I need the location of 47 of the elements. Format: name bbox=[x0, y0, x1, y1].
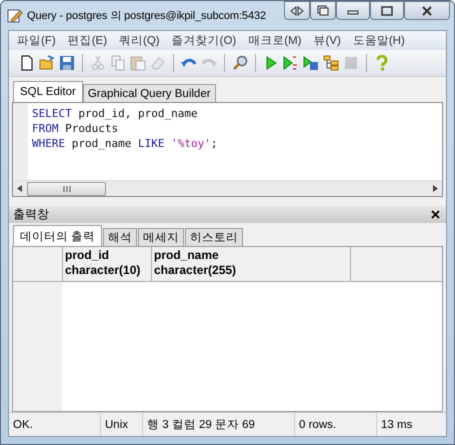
code-line: SELECT prod_id, prod_name bbox=[32, 106, 199, 121]
horizontal-scrollbar[interactable] bbox=[13, 180, 442, 196]
status-text: Unix bbox=[101, 413, 143, 436]
output-tab[interactable]: 데이터의 출력 bbox=[13, 225, 102, 246]
scroll-right-icon[interactable] bbox=[432, 185, 438, 192]
menu-item[interactable]: 뷰(V) bbox=[310, 33, 349, 48]
code-line: WHERE prod_name LIKE '%toy'; bbox=[32, 136, 218, 151]
status-text: 행 3 컬럼 29 문자 69 bbox=[143, 413, 295, 436]
play-save-icon[interactable] bbox=[303, 55, 319, 71]
window-switch-button[interactable] bbox=[310, 1, 336, 20]
scroll-left-icon[interactable] bbox=[17, 185, 23, 192]
code-line: FROM Products bbox=[32, 121, 120, 136]
maximize-button[interactable] bbox=[370, 1, 404, 20]
open-folder-icon[interactable] bbox=[39, 55, 55, 71]
new-file-icon[interactable] bbox=[19, 55, 35, 71]
play-pgs-icon[interactable] bbox=[283, 55, 299, 71]
close-icon bbox=[421, 6, 433, 16]
menu-item[interactable]: 도움말(H) bbox=[348, 33, 413, 48]
column-header[interactable]: prod_name character(255) bbox=[152, 247, 351, 281]
output-tab[interactable]: 메세지 bbox=[138, 228, 184, 246]
output-tab[interactable]: 해석 bbox=[103, 228, 138, 246]
left-right-arrows-icon bbox=[290, 6, 304, 16]
menu-item[interactable]: 파일(F) bbox=[13, 33, 64, 48]
output-tab[interactable]: 히스토리 bbox=[185, 228, 244, 246]
window-title: Query - postgres 의 postgres@ikpil_subcom:5432 bbox=[27, 9, 266, 23]
save-icon[interactable] bbox=[59, 55, 75, 71]
menu-item[interactable]: 편집(E) bbox=[64, 33, 116, 48]
maximize-icon bbox=[381, 6, 393, 16]
editor-tab[interactable]: SQL Editor bbox=[13, 81, 83, 102]
diagram-icon[interactable] bbox=[323, 55, 339, 71]
status-text: OK. bbox=[9, 413, 101, 436]
stacked-windows-icon bbox=[317, 5, 329, 16]
close-button[interactable] bbox=[404, 1, 450, 20]
scrollbar-thumb[interactable] bbox=[27, 182, 106, 196]
status-text: 13 ms bbox=[380, 418, 414, 432]
close-button[interactable] bbox=[431, 210, 440, 219]
editor-tab[interactable]: Graphical Query Builder bbox=[82, 84, 216, 102]
menu-item[interactable]: 즐겨찾기(O) bbox=[168, 33, 244, 48]
panel-title: 출력창 bbox=[13, 206, 49, 223]
menu-item[interactable]: 매크로(M) bbox=[244, 33, 310, 48]
menu-item[interactable]: 쿼리(Q) bbox=[115, 33, 168, 48]
pencil-document-icon bbox=[7, 8, 23, 24]
left-right-arrows-button[interactable] bbox=[284, 1, 310, 20]
search-icon[interactable] bbox=[232, 55, 248, 71]
column-header[interactable]: prod_id character(10) bbox=[63, 247, 152, 281]
minimize-button[interactable] bbox=[336, 1, 370, 20]
status-text: 0 rows. bbox=[295, 413, 377, 436]
